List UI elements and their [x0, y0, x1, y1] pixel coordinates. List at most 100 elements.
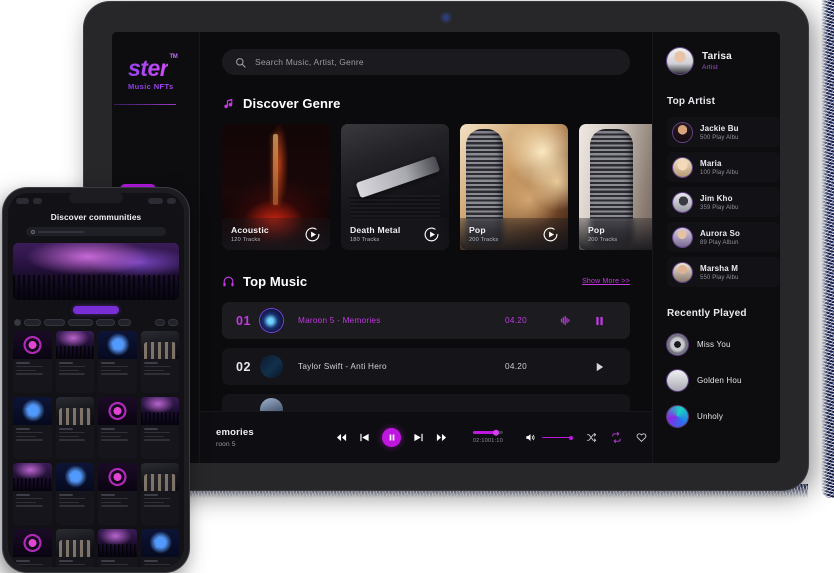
seek-handle[interactable]: [492, 429, 500, 436]
community-card[interactable]: [13, 463, 52, 525]
community-card[interactable]: [98, 529, 137, 567]
community-desc-line: [101, 497, 128, 500]
logo-wordmark: ster TM: [112, 54, 178, 82]
fastforward-icon[interactable]: [436, 432, 447, 443]
community-desc-line: [143, 435, 164, 438]
list-item[interactable]: Marsha M 550 Play Albu: [667, 257, 780, 287]
community-card[interactable]: [13, 331, 52, 393]
genre-card[interactable]: Pop 200 Tracks: [579, 124, 652, 250]
shuffle-icon[interactable]: [586, 432, 597, 443]
community-meta-line: [101, 373, 128, 375]
community-card[interactable]: [140, 463, 180, 525]
community-card[interactable]: [98, 397, 137, 459]
filter-chip[interactable]: [24, 319, 41, 326]
genre-card[interactable]: Pop 200 Tracks: [460, 124, 568, 250]
community-desc-line: [101, 501, 122, 504]
player-right-controls: [525, 432, 652, 443]
search-input[interactable]: [255, 57, 617, 67]
seek-time-labels: 02:10 01:10: [473, 438, 503, 444]
community-card[interactable]: [55, 331, 95, 393]
list-item[interactable]: Maria 100 Play Albu: [667, 152, 780, 182]
filter-chip-all[interactable]: [14, 319, 21, 326]
community-card[interactable]: [13, 529, 52, 567]
community-card-body: [141, 491, 180, 525]
volume-icon[interactable]: [525, 432, 536, 443]
community-card[interactable]: [140, 529, 179, 567]
phone-search-input[interactable]: [26, 227, 166, 236]
heart-icon[interactable]: [636, 432, 647, 443]
next-icon[interactable]: [413, 432, 424, 443]
user-profile[interactable]: Tarisa Artist: [667, 48, 780, 74]
list-view-toggle[interactable]: [168, 319, 178, 326]
play-icon[interactable]: [304, 226, 321, 243]
tablet-glitter-edge: [821, 0, 834, 498]
community-desc-line: [143, 497, 171, 500]
genre-card-list: Acoustic 120 Tracks Death Metal 180 Trac…: [222, 124, 652, 250]
community-card-body: [141, 359, 180, 393]
list-item[interactable]: Jackie Bu 500 Play Albu: [667, 117, 780, 147]
volume-slider[interactable]: [542, 436, 572, 439]
community-title-line: [101, 494, 116, 496]
table-row[interactable]: 01 Maroon 5 - Memories 04.20: [222, 302, 630, 339]
grid-view-toggle[interactable]: [155, 319, 165, 326]
play-icon[interactable]: [542, 226, 559, 243]
pause-button[interactable]: [382, 428, 401, 447]
community-meta-line: [101, 505, 128, 507]
track-title: Maroon 5 - Memories: [298, 316, 381, 325]
community-card[interactable]: [55, 529, 94, 567]
seek-bar[interactable]: 02:10 01:10: [473, 429, 503, 444]
now-playing-info: emories roon 5: [216, 427, 334, 448]
community-card[interactable]: [55, 463, 94, 525]
community-card[interactable]: [55, 397, 94, 459]
list-item[interactable]: Jim Kho 359 Play Albu: [667, 187, 780, 217]
list-item[interactable]: Unholy: [667, 401, 780, 432]
community-card[interactable]: [98, 331, 137, 393]
community-thumbnail: [55, 463, 94, 491]
elapsed-time: 02:10: [473, 437, 488, 444]
avatar: [673, 122, 692, 142]
status-left-pill: [16, 197, 29, 204]
filter-chip[interactable]: [96, 319, 115, 326]
artist-plays: 500 Play Albu: [700, 134, 739, 141]
community-desc-line: [16, 497, 43, 500]
track-rank: 01: [236, 313, 251, 328]
status-right-pill-2: [167, 197, 176, 204]
album-artwork: [667, 406, 688, 427]
genre-card[interactable]: Death Metal 180 Tracks: [341, 124, 449, 250]
filter-chip[interactable]: [118, 319, 131, 326]
top-music-header: Top Music Show More >>: [222, 274, 630, 289]
tablet-device-frame: ster TM Music NFTs Search Music, Artist,…: [84, 2, 808, 490]
status-right-pill: [148, 197, 163, 204]
community-card[interactable]: [13, 397, 52, 459]
filter-chip[interactable]: [68, 319, 93, 326]
community-card[interactable]: [140, 331, 180, 393]
community-thumbnail: [140, 463, 179, 491]
community-meta-line: [143, 505, 171, 507]
genre-card[interactable]: Acoustic 120 Tracks: [222, 124, 330, 250]
list-item[interactable]: Miss You: [667, 329, 780, 360]
community-title-line: [16, 428, 31, 430]
artist-name: Marsha M: [700, 263, 739, 273]
community-card[interactable]: [140, 397, 179, 459]
community-desc-line: [58, 365, 86, 368]
filter-chip[interactable]: [44, 319, 65, 326]
search-bar[interactable]: [222, 49, 630, 75]
play-icon[interactable]: [582, 361, 616, 373]
repeat-icon[interactable]: [611, 432, 622, 443]
album-artwork: [667, 334, 688, 355]
list-item[interactable]: Aurora So 89 Play Albun: [667, 222, 780, 252]
phone-cta-button[interactable]: [73, 306, 119, 314]
section-title: Top Music: [243, 274, 308, 289]
pause-icon[interactable]: [582, 315, 616, 327]
avatar: [667, 48, 693, 74]
community-card[interactable]: [98, 463, 137, 525]
list-item[interactable]: Golden Hou: [667, 365, 780, 396]
previous-icon[interactable]: [359, 432, 370, 443]
rewind-icon[interactable]: [336, 432, 347, 443]
seek-track[interactable]: [473, 429, 503, 436]
play-icon[interactable]: [423, 226, 440, 243]
community-card-body: [56, 359, 95, 393]
volume-control[interactable]: [525, 432, 572, 443]
table-row[interactable]: 02 Taylor Swift - Anti Hero 04.20: [222, 348, 630, 385]
show-more-link[interactable]: Show More >>: [582, 278, 630, 285]
